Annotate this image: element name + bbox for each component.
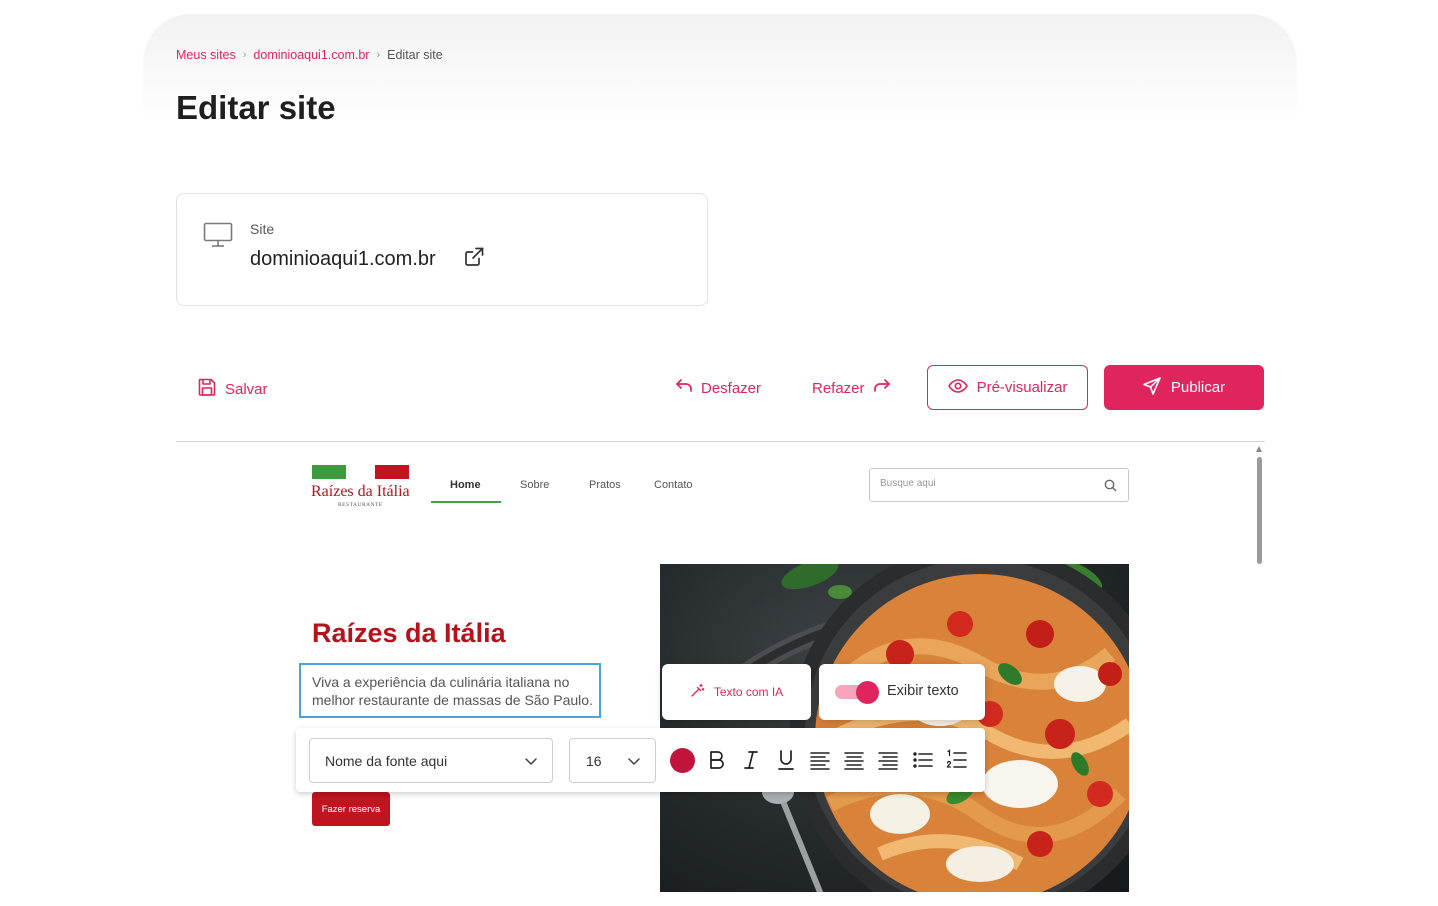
show-text-label: Exibir texto	[887, 683, 959, 699]
toggle-knob	[856, 681, 879, 704]
breadcrumb-link-domain[interactable]: dominioaqui1.com.br	[253, 48, 369, 62]
site-label: Site	[250, 221, 275, 237]
hero-text-selected[interactable]: Viva a experiência da culinária italiana…	[299, 663, 601, 718]
bold-icon[interactable]	[705, 748, 729, 772]
redo-arrow-icon	[873, 377, 891, 399]
eye-icon	[947, 378, 968, 397]
hero-title[interactable]: Raízes da Itália	[312, 618, 506, 649]
publish-button[interactable]: Publicar	[1104, 365, 1264, 410]
breadcrumb-separator-icon: ›	[242, 49, 247, 61]
preview-scrollbar[interactable]	[1257, 457, 1262, 564]
logo-text: Raízes da Itália	[311, 483, 410, 500]
numbered-list-icon[interactable]	[945, 748, 969, 772]
breadcrumb-link-my-sites[interactable]: Meus sites	[176, 48, 236, 62]
ai-text-button[interactable]: Texto com IA	[662, 664, 811, 720]
logo-flag-red	[375, 465, 409, 479]
magic-wand-icon	[690, 683, 705, 701]
breadcrumb-separator-icon: ›	[376, 49, 381, 61]
undo-button[interactable]: Desfazer	[675, 377, 761, 399]
logo-subtext: RESTAURANTE	[338, 502, 383, 508]
align-right-icon[interactable]	[876, 748, 900, 772]
font-family-select[interactable]: Nome da fonte aqui	[309, 738, 553, 783]
site-search-input[interactable]	[880, 478, 1095, 489]
active-nav-indicator	[431, 501, 501, 503]
text-format-toolbar: Nome da fonte aqui 16	[296, 728, 985, 792]
site-search-box	[869, 468, 1129, 502]
breadcrumb-current: Editar site	[387, 48, 443, 62]
undo-arrow-icon	[675, 377, 693, 399]
chevron-down-icon	[524, 754, 538, 773]
search-icon[interactable]	[1104, 479, 1117, 497]
reserve-button[interactable]: Fazer reserva	[312, 792, 390, 826]
site-card: Site dominioaqui1.com.br	[176, 193, 708, 306]
site-domain: dominioaqui1.com.br	[250, 248, 436, 270]
page-title: Editar site	[176, 89, 336, 126]
site-nav-pratos[interactable]: Pratos	[589, 479, 621, 491]
preview-label: Pré-visualizar	[976, 379, 1068, 396]
preview-button[interactable]: Pré-visualizar	[927, 365, 1088, 410]
bulleted-list-icon[interactable]	[911, 748, 935, 772]
site-nav-home[interactable]: Home	[450, 479, 481, 491]
floppy-disk-icon	[197, 377, 217, 401]
font-size-select[interactable]: 16	[569, 738, 656, 783]
align-left-icon[interactable]	[808, 748, 832, 772]
save-label: Salvar	[225, 380, 268, 398]
paper-plane-icon	[1143, 376, 1161, 399]
redo-label: Refazer	[812, 379, 865, 397]
site-logo[interactable]: Raízes da Itália RESTAURANTE	[311, 465, 411, 511]
save-button[interactable]: Salvar	[197, 377, 268, 401]
font-size-value: 16	[586, 753, 602, 769]
logo-flag-green	[312, 465, 346, 479]
text-color-picker[interactable]	[670, 748, 695, 773]
undo-label: Desfazer	[701, 379, 762, 397]
chevron-down-icon	[627, 754, 641, 773]
ai-text-label: Texto com IA	[713, 685, 784, 699]
monitor-icon	[203, 222, 233, 253]
underline-icon[interactable]	[774, 748, 798, 772]
toolbar-divider	[176, 441, 1265, 442]
scroll-up-arrow-icon[interactable]	[1256, 446, 1262, 452]
font-family-value: Nome da fonte aqui	[325, 753, 448, 769]
site-nav-sobre[interactable]: Sobre	[520, 479, 549, 491]
redo-button[interactable]: Refazer	[812, 377, 891, 399]
show-text-toggle[interactable]: Exibir texto	[819, 664, 985, 720]
align-center-icon[interactable]	[842, 748, 866, 772]
italic-icon[interactable]	[739, 748, 763, 772]
site-nav-contato[interactable]: Contato	[654, 479, 693, 491]
external-link-icon[interactable]	[463, 246, 485, 273]
publish-label: Publicar	[1170, 379, 1226, 396]
breadcrumb: Meus sites › dominioaqui1.com.br › Edita…	[176, 48, 443, 62]
